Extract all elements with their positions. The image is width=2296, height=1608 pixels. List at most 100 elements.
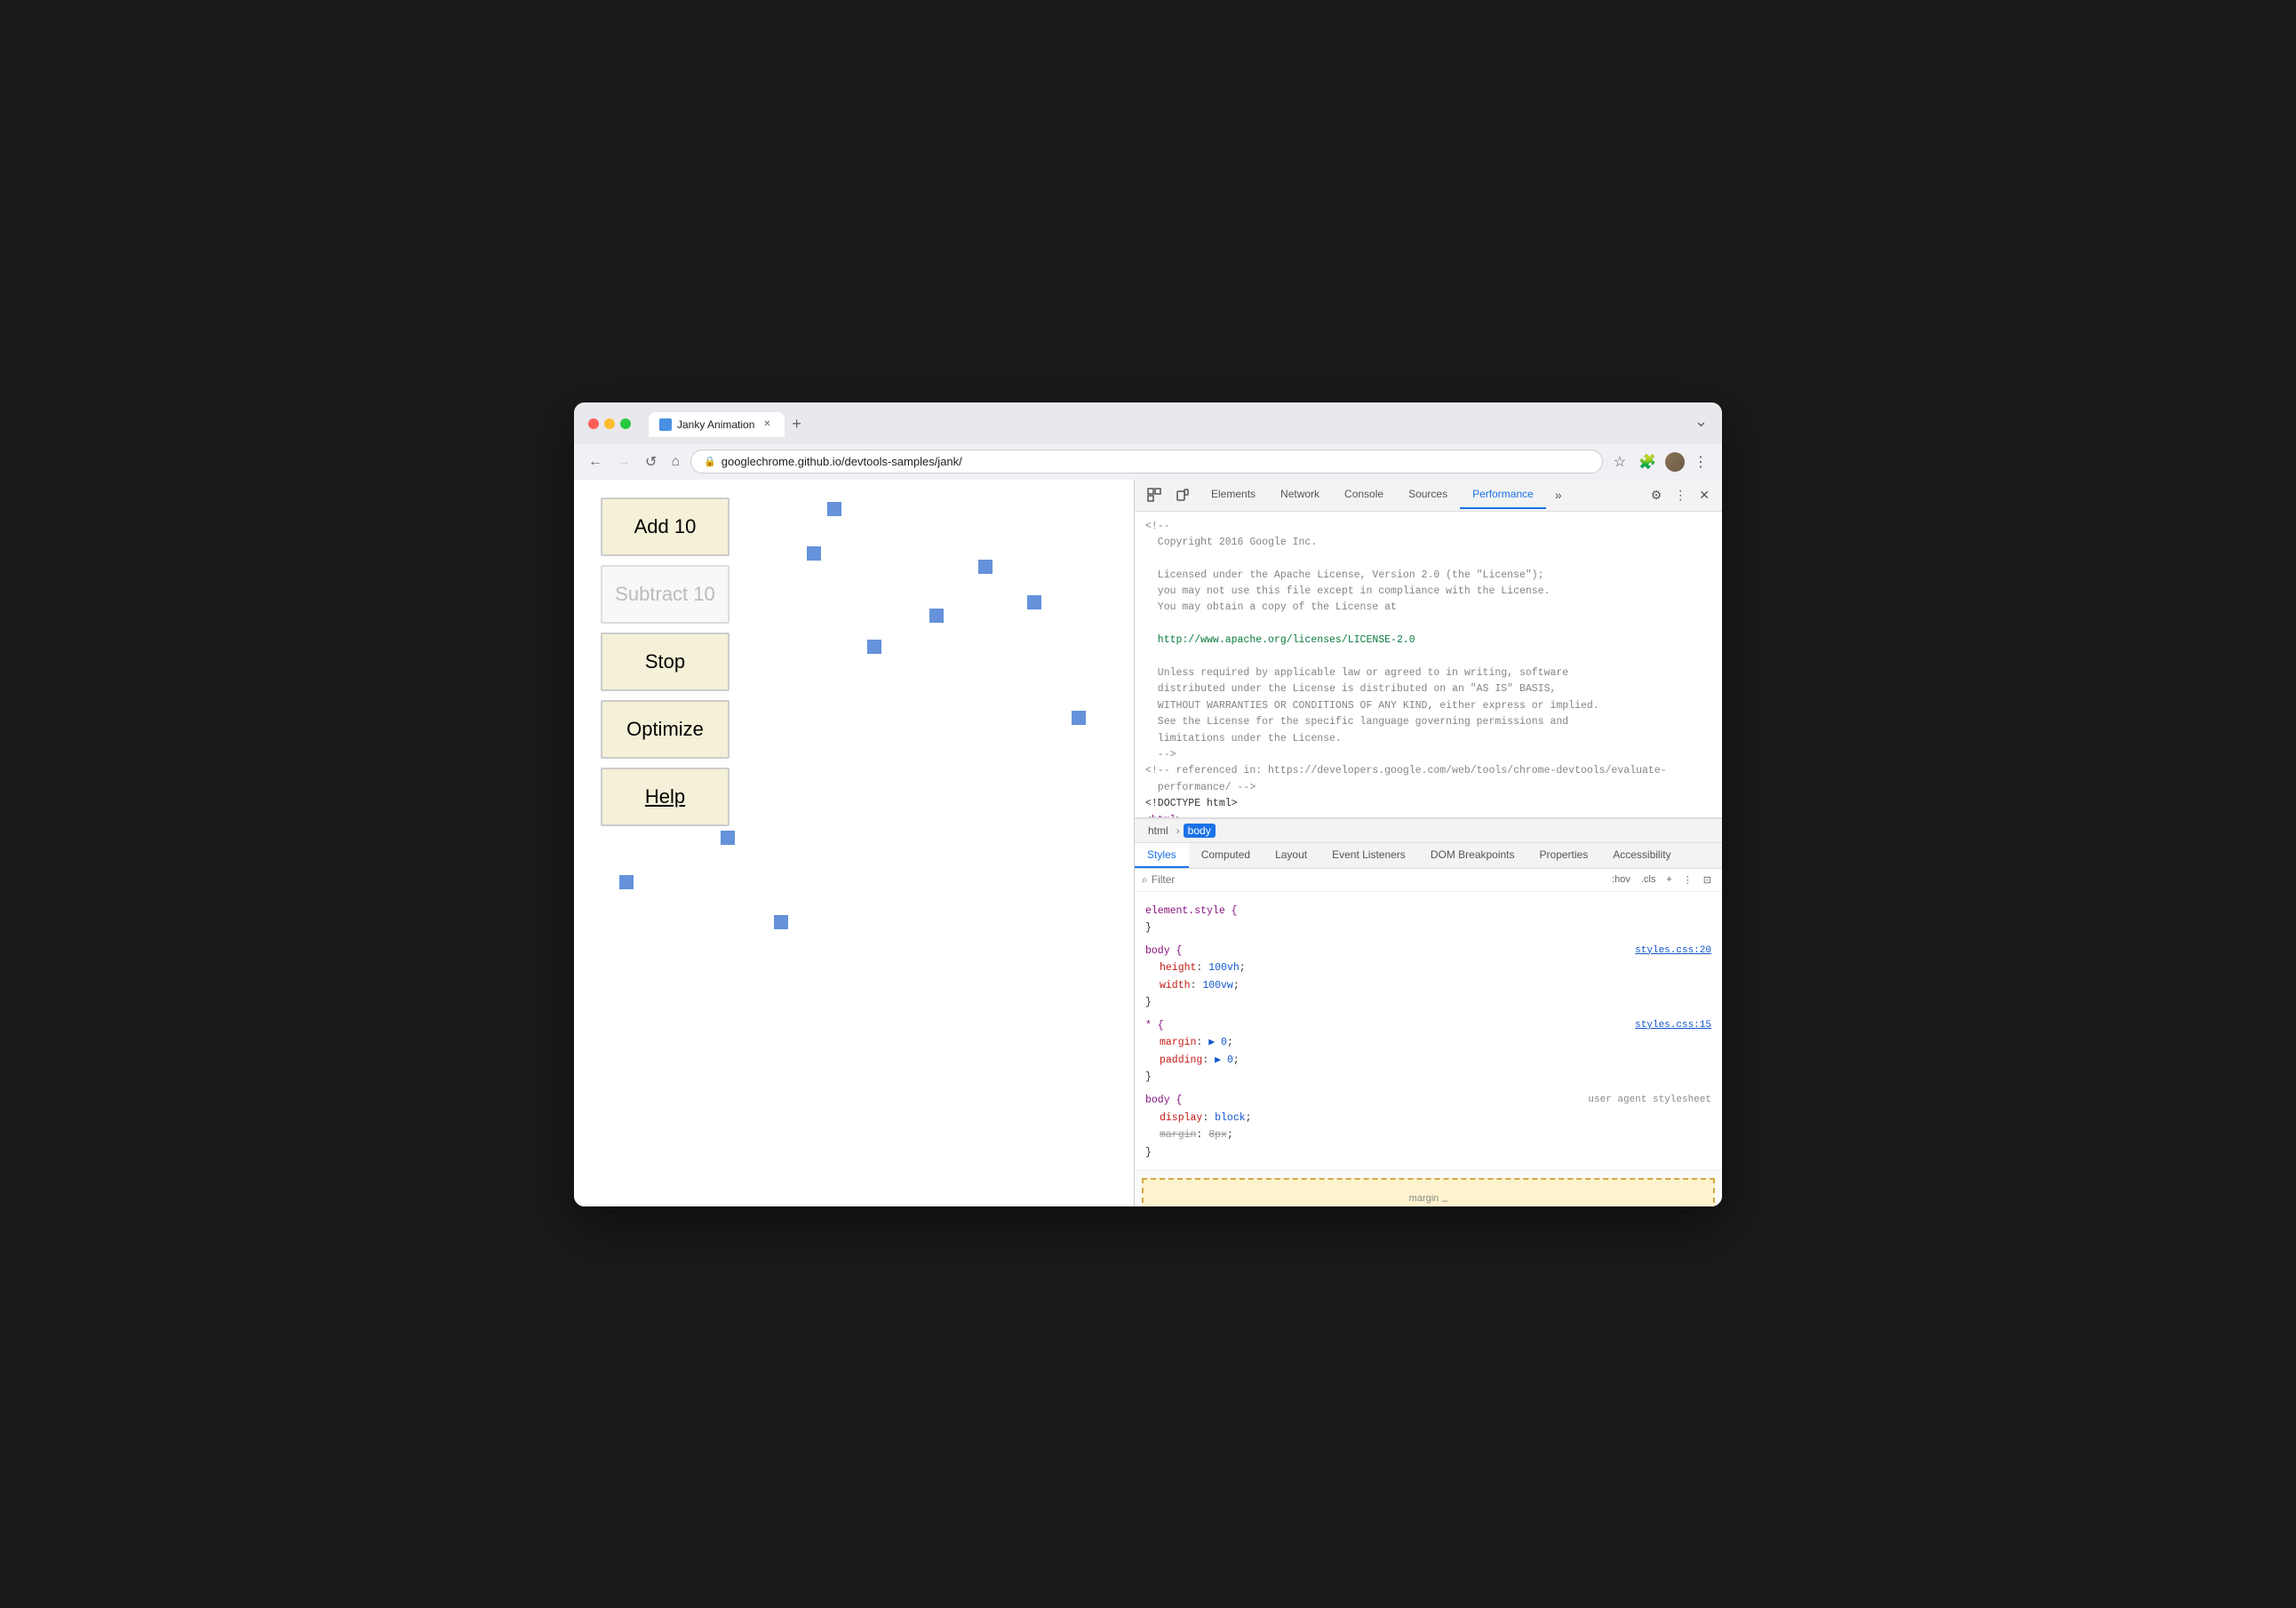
anim-square: [807, 546, 821, 561]
computed-style-button[interactable]: ⊡: [1700, 872, 1715, 888]
help-button[interactable]: Help: [601, 768, 729, 826]
title-bar: Janky Animation ✕ + ⌄: [574, 402, 1722, 444]
box-model: margin –: [1142, 1178, 1715, 1206]
filter-right-buttons: :hov .cls + ⋮ ⊡: [1608, 872, 1715, 888]
anim-square: [929, 609, 944, 623]
styles-tab-event-listeners[interactable]: Event Listeners: [1319, 843, 1418, 868]
anim-square: [774, 915, 788, 929]
maximize-button[interactable]: [620, 418, 631, 429]
styles-tab-properties[interactable]: Properties: [1527, 843, 1601, 868]
address-bar[interactable]: 🔒 googlechrome.github.io/devtools-sample…: [690, 450, 1603, 474]
hover-state-button[interactable]: :hov: [1608, 872, 1634, 887]
tab-title: Janky Animation: [677, 418, 754, 431]
optimize-button[interactable]: Optimize: [601, 700, 729, 759]
devtools-right-icons: ⚙ ⋮ ✕: [1646, 484, 1715, 506]
source-line: [1145, 649, 1711, 665]
css-rules: element.style { } body { styles.css:20 h…: [1135, 899, 1722, 1171]
source-line: Unless required by applicable law or agr…: [1145, 665, 1711, 681]
source-line: WITHOUT WARRANTIES OR CONDITIONS OF ANY …: [1145, 698, 1711, 714]
source-line: See the License for the specific languag…: [1145, 714, 1711, 730]
styles-tab-layout[interactable]: Layout: [1263, 843, 1319, 868]
devtools-toolbar: Elements Network Console Sources Perform…: [1135, 480, 1722, 512]
css-rule-star: * { styles.css:15 margin: ▶ 0; padding: …: [1145, 1017, 1711, 1087]
nav-right-icons: ☆ 🧩 ⋮: [1610, 450, 1711, 474]
tab-favicon: [659, 418, 672, 431]
new-tab-button[interactable]: +: [785, 411, 809, 437]
anim-square: [1072, 711, 1086, 725]
source-line: limitations under the License.: [1145, 731, 1711, 747]
page-buttons: Add 10 Subtract 10 Stop Optimize Help: [601, 498, 729, 826]
stop-button[interactable]: Stop: [601, 633, 729, 691]
close-button[interactable]: [588, 418, 599, 429]
device-mode-button[interactable]: [1170, 484, 1195, 505]
page-area: Add 10 Subtract 10 Stop Optimize Help: [574, 480, 1134, 1206]
box-model-area: margin –: [1135, 1170, 1722, 1206]
devtools-content: <!-- Copyright 2016 Google Inc. Licensed…: [1135, 512, 1722, 1206]
nav-bar: ← → ↺ ⌂ 🔒 googlechrome.github.io/devtool…: [574, 444, 1722, 480]
tab-console[interactable]: Console: [1332, 481, 1396, 509]
source-line: Licensed under the Apache License, Versi…: [1145, 568, 1711, 584]
bookmark-button[interactable]: ☆: [1610, 450, 1630, 474]
back-button[interactable]: ←: [585, 450, 606, 474]
css-rule-body-ua: body { user agent stylesheet display: bl…: [1145, 1092, 1711, 1161]
minimize-button[interactable]: [604, 418, 615, 429]
tab-sources[interactable]: Sources: [1396, 481, 1460, 509]
tab-performance[interactable]: Performance: [1460, 481, 1546, 509]
source-line: performance/ -->: [1145, 780, 1711, 796]
classes-button[interactable]: .cls: [1638, 872, 1660, 887]
styles-tab-dom-breakpoints[interactable]: DOM Breakpoints: [1418, 843, 1527, 868]
add-10-button[interactable]: Add 10: [601, 498, 729, 556]
source-line: <!DOCTYPE html>: [1145, 796, 1711, 812]
tab-network[interactable]: Network: [1268, 481, 1332, 509]
css-source-link-2[interactable]: styles.css:15: [1635, 1017, 1711, 1034]
filter-bar: ⌕ :hov .cls + ⋮ ⊡: [1135, 869, 1722, 892]
source-line: <!-- referenced in: https://developers.g…: [1145, 763, 1711, 779]
css-rule-body-1: body { styles.css:20 height: 100vh; widt…: [1145, 943, 1711, 1012]
devtools-more-button[interactable]: ⋮: [1669, 484, 1692, 506]
anim-square: [827, 502, 841, 516]
styles-tab-computed[interactable]: Computed: [1189, 843, 1263, 868]
breadcrumb-bar: html › body: [1135, 818, 1722, 843]
main-content: Add 10 Subtract 10 Stop Optimize Help: [574, 480, 1722, 1206]
extensions-button[interactable]: 🧩: [1635, 450, 1660, 474]
active-tab[interactable]: Janky Animation ✕: [649, 412, 785, 437]
styles-tabs: Styles Computed Layout Event Listeners D…: [1135, 843, 1722, 869]
tab-close-button[interactable]: ✕: [760, 418, 774, 432]
source-line: http://www.apache.org/licenses/LICENSE-2…: [1145, 633, 1711, 649]
more-menu-button[interactable]: ⋮: [1690, 450, 1711, 474]
source-line: distributed under the License is distrib…: [1145, 681, 1711, 697]
styles-tab-accessibility[interactable]: Accessibility: [1600, 843, 1683, 868]
devtools-settings-button[interactable]: ⚙: [1646, 484, 1668, 506]
forward-button[interactable]: →: [613, 450, 634, 474]
styles-panel: Styles Computed Layout Event Listeners D…: [1135, 843, 1722, 1206]
subtract-10-button[interactable]: Subtract 10: [601, 565, 729, 624]
reload-button[interactable]: ↺: [642, 450, 660, 474]
tab-elements[interactable]: Elements: [1199, 481, 1268, 509]
source-line: -->: [1145, 747, 1711, 763]
styles-tab-styles[interactable]: Styles: [1135, 843, 1189, 868]
html-source[interactable]: <!-- Copyright 2016 Google Inc. Licensed…: [1135, 512, 1722, 818]
box-model-value: –: [1439, 1194, 1447, 1206]
breadcrumb-html[interactable]: html: [1144, 824, 1173, 838]
avatar[interactable]: [1665, 452, 1685, 472]
breadcrumb-body[interactable]: body: [1184, 824, 1216, 838]
anim-square: [721, 831, 735, 845]
devtools-close-button[interactable]: ✕: [1694, 484, 1715, 506]
source-line: Copyright 2016 Google Inc.: [1145, 535, 1711, 551]
filter-input[interactable]: [1152, 873, 1605, 886]
window-controls[interactable]: ⌄: [1694, 412, 1708, 436]
lock-icon: 🔒: [704, 456, 716, 467]
traffic-lights: [588, 418, 631, 429]
css-source-link[interactable]: styles.css:20: [1635, 943, 1711, 959]
source-line: <!--: [1145, 519, 1711, 535]
anim-square: [978, 560, 993, 574]
home-button[interactable]: ⌂: [667, 450, 683, 474]
filter-icon: ⌕: [1142, 873, 1148, 887]
style-more-button[interactable]: ⋮: [1679, 872, 1696, 888]
tab-bar: Janky Animation ✕ +: [649, 411, 1687, 437]
inspect-element-button[interactable]: [1142, 484, 1167, 505]
add-style-button[interactable]: +: [1662, 872, 1675, 887]
more-devtools-tabs-button[interactable]: »: [1550, 484, 1567, 505]
css-rule-element-style: element.style { }: [1145, 903, 1711, 937]
source-line: [1145, 551, 1711, 567]
